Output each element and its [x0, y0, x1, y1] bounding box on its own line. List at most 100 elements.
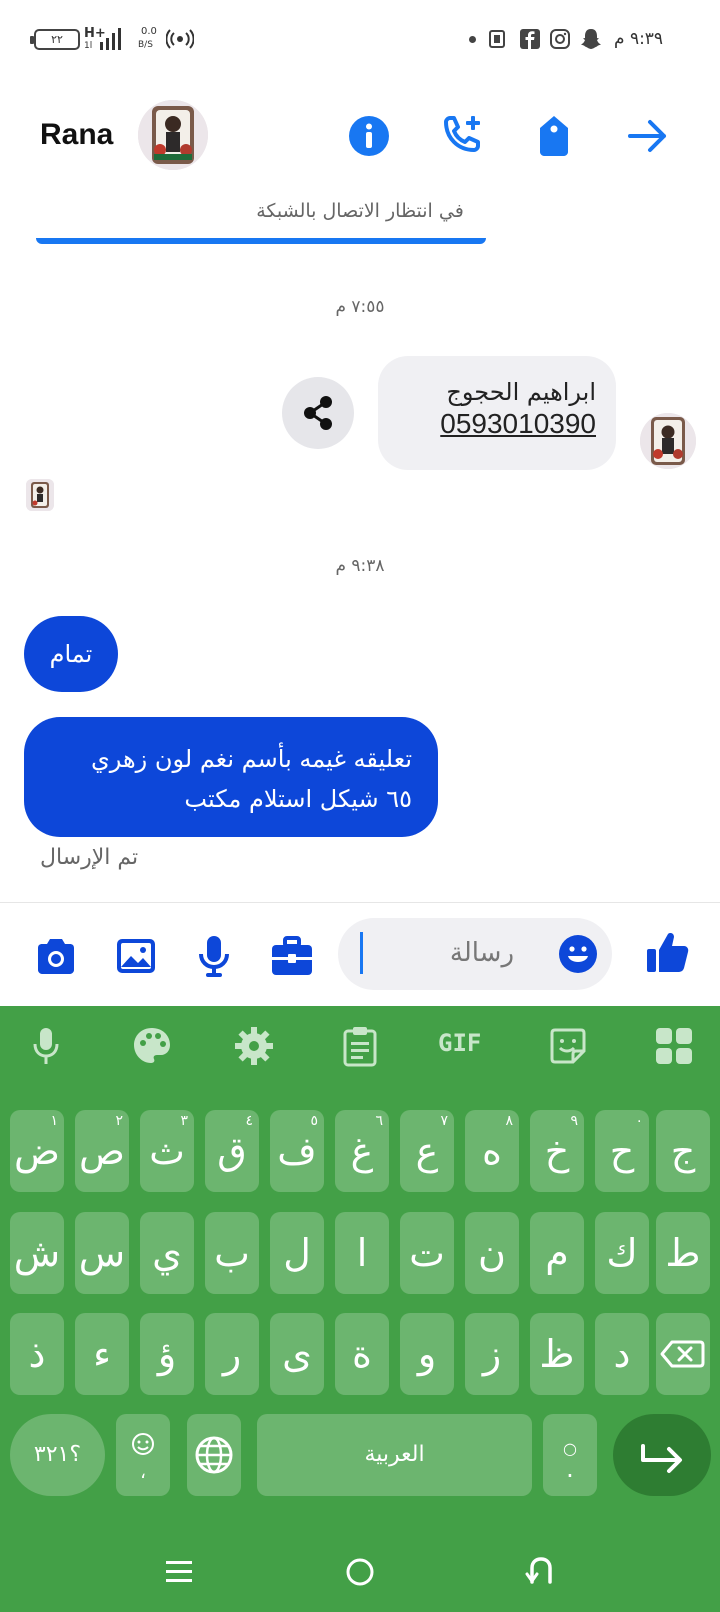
key-ba[interactable]: ب: [205, 1212, 259, 1294]
key-alif-maqsura[interactable]: ى: [270, 1313, 324, 1395]
key-ain[interactable]: ع٧: [400, 1110, 454, 1192]
forward-icon[interactable]: [624, 112, 672, 160]
key-ghain[interactable]: غ٦: [335, 1110, 389, 1192]
navigation-bar: [0, 1528, 720, 1612]
backspace-key[interactable]: [656, 1313, 710, 1395]
apps-icon[interactable]: [652, 1024, 696, 1068]
language-key[interactable]: [187, 1414, 241, 1496]
numbers-key[interactable]: ؟٣٢١: [10, 1414, 105, 1496]
key-hint: ٤: [245, 1113, 253, 1129]
key-waw[interactable]: و: [400, 1313, 454, 1395]
key-hha[interactable]: ح٠: [595, 1110, 649, 1192]
key-ta-marbuta[interactable]: ة: [335, 1313, 389, 1395]
key-tta[interactable]: ط: [656, 1212, 710, 1294]
share-icon: [304, 396, 332, 430]
key-char: ق: [217, 1129, 247, 1173]
home-icon[interactable]: [344, 1556, 376, 1588]
network-sub: 1l: [84, 41, 93, 51]
key-lam[interactable]: ل: [270, 1212, 324, 1294]
add-call-icon[interactable]: [438, 112, 486, 160]
key-tha[interactable]: ث٣: [140, 1110, 194, 1192]
key-shin[interactable]: ش: [10, 1212, 64, 1294]
key-hint: ٧: [440, 1113, 448, 1129]
key-qaf[interactable]: ق٤: [205, 1110, 259, 1192]
palette-icon[interactable]: [130, 1024, 174, 1068]
net-speed-unit: B/S: [138, 40, 153, 50]
camera-icon[interactable]: [32, 932, 80, 980]
period-char: .: [566, 1455, 574, 1483]
key-dha[interactable]: ظ: [530, 1313, 584, 1395]
key-char: ح: [609, 1129, 635, 1173]
key-dad[interactable]: ض١: [10, 1110, 64, 1192]
battery-level: ٢٢: [51, 33, 63, 46]
notification-dot-icon: [469, 36, 476, 43]
status-time: ٩:٣٩ م: [614, 29, 664, 49]
key-hint: ٣: [180, 1113, 188, 1129]
sent-message-bubble[interactable]: تعليقه غيمه بأسم نغم لون زهري ٦٥ شيكل اس…: [24, 717, 438, 837]
menu-icon[interactable]: [164, 1556, 194, 1586]
gif-icon[interactable]: GIF: [438, 1029, 481, 1057]
shared-contact-name: ابراهيم الحجوج: [446, 378, 596, 406]
key-waw-hamza[interactable]: ؤ: [140, 1313, 194, 1395]
share-button[interactable]: [282, 377, 354, 449]
contact-avatar[interactable]: [138, 100, 208, 170]
key-char: ض: [14, 1129, 60, 1173]
microphone-icon[interactable]: [190, 932, 238, 980]
composer-divider: [0, 902, 720, 903]
shared-contact-card[interactable]: ابراهيم الحجوج 0593010390: [378, 356, 616, 470]
key-kaf[interactable]: ك: [595, 1212, 649, 1294]
net-speed-value: 0.0: [141, 26, 157, 37]
key-ra[interactable]: ر: [205, 1313, 259, 1395]
signal-icon: [100, 28, 121, 50]
key-char: ث: [149, 1129, 185, 1173]
key-sad[interactable]: ص٢: [75, 1110, 129, 1192]
settings-icon[interactable]: [232, 1024, 276, 1068]
briefcase-icon[interactable]: [268, 932, 316, 980]
key-ta[interactable]: ت: [400, 1212, 454, 1294]
key-zay[interactable]: ز: [465, 1313, 519, 1395]
key-fa[interactable]: ف٥: [270, 1110, 324, 1192]
mic-icon[interactable]: [24, 1024, 68, 1068]
key-mim[interactable]: م: [530, 1212, 584, 1294]
back-icon[interactable]: [524, 1554, 558, 1586]
key-nun[interactable]: ن: [465, 1212, 519, 1294]
sticker-icon[interactable]: [546, 1024, 590, 1068]
key-char: غ: [350, 1129, 374, 1173]
space-bar[interactable]: العربية: [257, 1414, 532, 1496]
comma-emoji-key[interactable]: ،: [116, 1414, 170, 1496]
tag-icon[interactable]: [530, 112, 578, 160]
shared-contact-number[interactable]: 0593010390: [398, 408, 596, 440]
avatar-photo: [26, 479, 54, 511]
key-hamza[interactable]: ء: [75, 1313, 129, 1395]
key-char: خ: [544, 1129, 570, 1173]
key-hint: ١: [50, 1113, 58, 1129]
key-dal[interactable]: د: [595, 1313, 649, 1395]
contact-name[interactable]: Rana: [40, 118, 113, 152]
clipboard-icon[interactable]: [338, 1024, 382, 1068]
period-key[interactable]: ○ .: [543, 1414, 597, 1496]
instagram-icon: [550, 29, 570, 49]
gallery-icon[interactable]: [112, 932, 160, 980]
sent-message-bubble[interactable]: تمام: [24, 616, 118, 692]
like-icon[interactable]: [644, 928, 692, 976]
battery-icon: ٢٢: [30, 29, 80, 50]
key-char: ف: [277, 1129, 317, 1173]
key-dhal[interactable]: ذ: [10, 1313, 64, 1395]
message-input[interactable]: رسالة: [338, 918, 612, 990]
emoji-icon[interactable]: [558, 934, 598, 974]
key-jim[interactable]: ج: [656, 1110, 710, 1192]
message-timestamp: ٩:٣٨ م: [335, 556, 385, 576]
key-ya[interactable]: ي: [140, 1212, 194, 1294]
keyboard: [0, 1006, 720, 1612]
info-icon[interactable]: [345, 112, 393, 160]
key-kha[interactable]: خ٩: [530, 1110, 584, 1192]
read-receipt-avatar: [26, 479, 54, 511]
key-sin[interactable]: س: [75, 1212, 129, 1294]
key-ha[interactable]: ه٨: [465, 1110, 519, 1192]
key-char: ع: [415, 1129, 439, 1173]
sender-avatar[interactable]: [640, 413, 696, 469]
connection-status-banner: في انتظار الاتصال بالشبكة: [256, 200, 464, 222]
hotspot-icon: [166, 29, 194, 49]
key-alif[interactable]: ا: [335, 1212, 389, 1294]
enter-key[interactable]: [613, 1414, 711, 1496]
